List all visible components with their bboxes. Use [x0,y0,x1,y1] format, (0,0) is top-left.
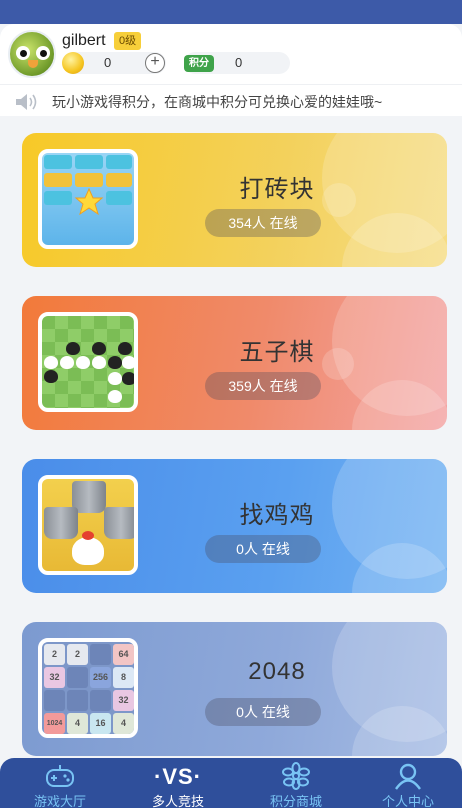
online-count: 0人 在线 [205,535,321,563]
points-value: 0 [235,55,243,70]
tile-2048: 4 [113,713,134,734]
tile-2048: 256 [90,667,111,688]
brick-breaker-thumbnail [38,149,138,249]
nav-label: 积分商城 [269,794,322,808]
flower-icon [282,762,310,790]
points-icon: 积分 [184,55,214,72]
user-profile-panel: gilbert 0级 0 + 积分 0 [0,24,462,84]
gomoku-thumbnail [38,312,138,412]
nav-personal-center[interactable]: 个人中心 [362,758,454,808]
game-card-brick-breaker[interactable]: 打砖块 354人 在线 [22,133,447,267]
tile-2048: 16 [90,713,111,734]
tile-2048 [67,667,88,688]
tile-2048: 64 [113,644,134,665]
game-title: 打砖块 [239,176,315,203]
bottom-navigation: 游戏大厅 ·VS· 多人竞技 积分商城 个人中心 [0,758,462,808]
tile-2048: 2 [44,644,65,665]
game-title: 找鸡鸡 [239,502,315,529]
vs-icon: ·VS· [154,764,202,789]
nav-game-hall[interactable]: 游戏大厅 [14,758,106,808]
notice-bar: 玩小游戏得积分，在商城中积分可兑换心爱的娃娃哦~ [0,84,462,116]
tile-2048 [67,690,88,711]
nav-label: 个人中心 [381,794,434,808]
online-count: 354人 在线 [205,209,321,237]
nav-label: 多人竞技 [151,794,204,808]
tile-2048: 2 [67,644,88,665]
status-bar [0,0,462,24]
tile-2048: 1024 [44,713,65,734]
speaker-icon [16,94,37,110]
notice-text: 玩小游戏得积分，在商城中积分可兑换心爱的娃娃哦~ [52,94,383,110]
2048-thumbnail: 2 2 64 32 256 8 32 1024 4 16 4 [38,638,138,738]
nav-multiplayer[interactable]: ·VS· 多人竞技 [132,758,224,808]
coin-icon [62,52,84,74]
gamepad-icon [46,765,74,787]
tile-2048: 32 [113,690,134,711]
chick-icon [72,537,104,565]
game-card-2048[interactable]: 2 2 64 32 256 8 32 1024 4 16 4 2048 0人 在线 [22,622,447,756]
nav-points-mall[interactable]: 积分商城 [250,758,342,808]
username: gilbert [62,32,106,49]
add-coins-button[interactable]: + [145,53,165,73]
nav-label: 游戏大厅 [33,794,86,808]
avatar[interactable] [8,30,56,78]
tile-2048 [90,690,111,711]
online-count: 359人 在线 [205,372,321,400]
person-icon [395,763,421,790]
game-title: 2048 [248,658,306,685]
find-chick-thumbnail [38,475,138,575]
online-count: 0人 在线 [205,698,321,726]
star-icon [74,187,104,216]
tile-2048 [44,690,65,711]
game-card-gomoku[interactable]: 五子棋 359人 在线 [22,296,447,430]
coin-value: 0 [104,55,112,70]
level-badge: 0级 [114,32,142,50]
game-title: 五子棋 [239,339,315,366]
tile-2048: 4 [67,713,88,734]
tile-2048: 8 [113,667,134,688]
tile-2048 [90,644,111,665]
game-card-find-chick[interactable]: 找鸡鸡 0人 在线 [22,459,447,593]
tile-2048: 32 [44,667,65,688]
